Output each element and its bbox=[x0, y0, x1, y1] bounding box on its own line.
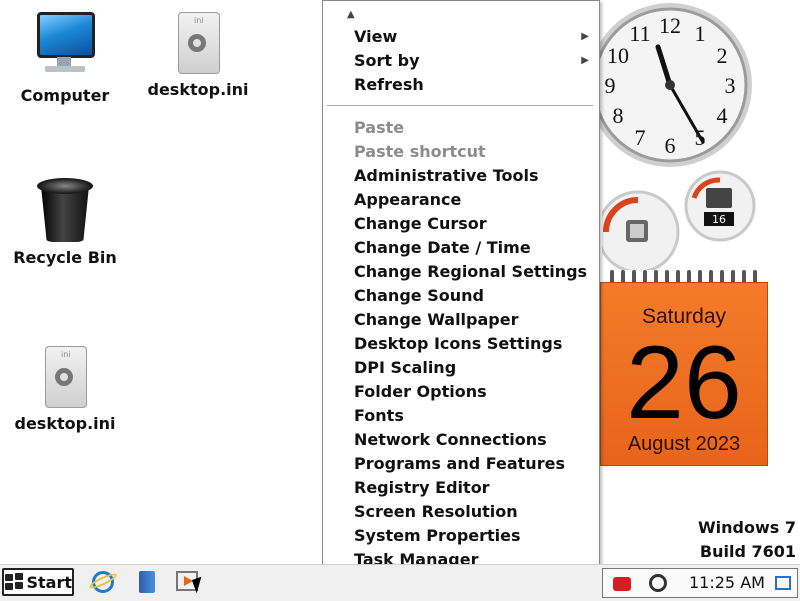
clock-face: 121234567891011 bbox=[588, 3, 752, 167]
windows-flag-icon bbox=[4, 573, 23, 591]
meter-readout: 16 bbox=[712, 213, 726, 226]
desktop-context-menu[interactable]: ▲ View ▶ Sort by ▶ Refresh Paste Paste sh… bbox=[322, 0, 600, 592]
volume-icon[interactable] bbox=[649, 574, 669, 594]
menu-item-label: Refresh bbox=[354, 75, 424, 94]
desktop-icon-desktop-ini-2[interactable]: ini desktop.ini bbox=[10, 346, 120, 433]
windows-build-line: Build 7601 bbox=[699, 542, 796, 561]
menu-item-label: Paste bbox=[354, 118, 405, 137]
calendar-date: 26 bbox=[626, 325, 742, 441]
clock-numeral: 8 bbox=[613, 103, 624, 128]
menu-item-label: Screen Resolution bbox=[354, 502, 518, 521]
menu-item-sort-by[interactable]: Sort by ▶ bbox=[323, 49, 599, 73]
desktop-icon-label: desktop.ini bbox=[14, 414, 116, 433]
clock-numeral: 9 bbox=[605, 73, 616, 98]
menu-item-desktop-icons-settings[interactable]: Desktop Icons Settings bbox=[323, 332, 599, 356]
memory-chip-icon bbox=[706, 188, 732, 208]
menu-item-label: System Properties bbox=[354, 526, 521, 545]
menu-item-label: Registry Editor bbox=[354, 478, 490, 497]
clock-numeral: 6 bbox=[665, 133, 676, 158]
menu-item-label: Appearance bbox=[354, 190, 462, 209]
clock-numeral: 10 bbox=[607, 43, 629, 68]
menu-item-label: Paste shortcut bbox=[354, 142, 486, 161]
desktop-icon-computer[interactable]: Computer bbox=[10, 10, 120, 105]
system-tray: 11:25 AM bbox=[602, 568, 798, 598]
calendar-gadget[interactable]: Saturday 26 August 2023 bbox=[600, 268, 768, 466]
menu-item-fonts[interactable]: Fonts bbox=[323, 404, 599, 428]
menu-item-paste-shortcut: Paste shortcut bbox=[323, 140, 599, 164]
desktop-icon-recycle-bin[interactable]: Recycle Bin bbox=[10, 176, 120, 267]
tray-clock[interactable]: 11:25 AM bbox=[689, 569, 765, 597]
clock-numeral: 12 bbox=[659, 13, 681, 38]
menu-item-label: Change Regional Settings bbox=[354, 262, 588, 281]
taskbar: Start 11:25 AM bbox=[0, 564, 800, 601]
book-icon[interactable] bbox=[135, 571, 159, 595]
network-icon[interactable] bbox=[775, 574, 795, 594]
desktop-icon-label: desktop.ini bbox=[147, 80, 249, 99]
submenu-arrow-icon: ▶ bbox=[581, 31, 589, 42]
menu-item-label: Programs and Features bbox=[354, 454, 565, 473]
menu-item-label: Network Connections bbox=[354, 430, 547, 449]
menu-item-label: Change Date / Time bbox=[354, 238, 531, 257]
clock-numeral: 11 bbox=[629, 21, 650, 46]
action-center-icon[interactable] bbox=[613, 574, 633, 594]
menu-item-network-connections[interactable]: Network Connections bbox=[323, 428, 599, 452]
clock-gadget[interactable]: 121234567891011 bbox=[588, 0, 764, 170]
cpu-meter-gadget[interactable]: 16 bbox=[596, 160, 762, 274]
menu-item-label: Change Cursor bbox=[354, 214, 487, 233]
menu-item-system-properties[interactable]: System Properties bbox=[323, 524, 599, 548]
menu-item-administrative-tools[interactable]: Administrative Tools bbox=[323, 164, 599, 188]
windows-version-watermark: Windows 7 Build 7601 bbox=[660, 516, 796, 564]
menu-item-paste: Paste bbox=[323, 116, 599, 140]
calendar-month-year: August 2023 bbox=[627, 433, 741, 455]
menu-item-change-date-time[interactable]: Change Date / Time bbox=[323, 236, 599, 260]
menu-item-refresh[interactable]: Refresh bbox=[323, 73, 599, 97]
desktop-icon-desktop-ini-1[interactable]: ini desktop.ini bbox=[143, 12, 253, 99]
menu-item-label: Sort by bbox=[354, 51, 420, 70]
menu-item-label: Folder Options bbox=[354, 382, 487, 401]
ini-file-icon: ini bbox=[176, 12, 220, 74]
menu-item-change-wallpaper[interactable]: Change Wallpaper bbox=[323, 308, 599, 332]
clock-numeral: 1 bbox=[695, 21, 706, 46]
calendar-page: Saturday 26 August 2023 bbox=[600, 282, 768, 466]
menu-item-appearance[interactable]: Appearance bbox=[323, 188, 599, 212]
recycle-bin-icon bbox=[35, 176, 95, 244]
menu-item-label: DPI Scaling bbox=[354, 358, 457, 377]
menu-item-label: Change Sound bbox=[354, 286, 484, 305]
submenu-arrow-icon: ▶ bbox=[581, 55, 589, 66]
desktop-icon-label: Recycle Bin bbox=[13, 248, 117, 267]
menu-item-change-sound[interactable]: Change Sound bbox=[323, 284, 599, 308]
menu-item-programs-and-features[interactable]: Programs and Features bbox=[323, 452, 599, 476]
menu-separator bbox=[327, 105, 593, 106]
menu-item-screen-resolution[interactable]: Screen Resolution bbox=[323, 500, 599, 524]
menu-item-folder-options[interactable]: Folder Options bbox=[323, 380, 599, 404]
clock-numeral: 3 bbox=[725, 73, 736, 98]
menu-item-view[interactable]: View ▶ bbox=[323, 25, 599, 49]
computer-icon bbox=[33, 10, 97, 82]
menu-item-label: Desktop Icons Settings bbox=[354, 334, 563, 353]
menu-item-registry-editor[interactable]: Registry Editor bbox=[323, 476, 599, 500]
windows-version-line: Windows 7 bbox=[698, 518, 796, 537]
start-label: Start bbox=[26, 572, 72, 592]
scroll-up-arrow-icon[interactable]: ▲ bbox=[347, 9, 359, 20]
menu-item-label: Change Wallpaper bbox=[354, 310, 519, 329]
internet-explorer-icon[interactable] bbox=[87, 571, 119, 595]
menu-item-dpi-scaling[interactable]: DPI Scaling bbox=[323, 356, 599, 380]
menu-item-label: Administrative Tools bbox=[354, 166, 539, 185]
menu-item-change-regional-settings[interactable]: Change Regional Settings bbox=[323, 260, 599, 284]
clock-numeral: 4 bbox=[717, 103, 728, 128]
clock-numeral: 7 bbox=[635, 125, 646, 150]
menu-item-label: View bbox=[354, 27, 398, 46]
ini-file-icon: ini bbox=[43, 346, 87, 408]
menu-item-change-cursor[interactable]: Change Cursor bbox=[323, 212, 599, 236]
menu-item-label: Fonts bbox=[354, 406, 404, 425]
start-button[interactable]: Start bbox=[2, 568, 74, 596]
clock-numeral: 2 bbox=[717, 43, 728, 68]
desktop-icon-label: Computer bbox=[20, 86, 110, 105]
